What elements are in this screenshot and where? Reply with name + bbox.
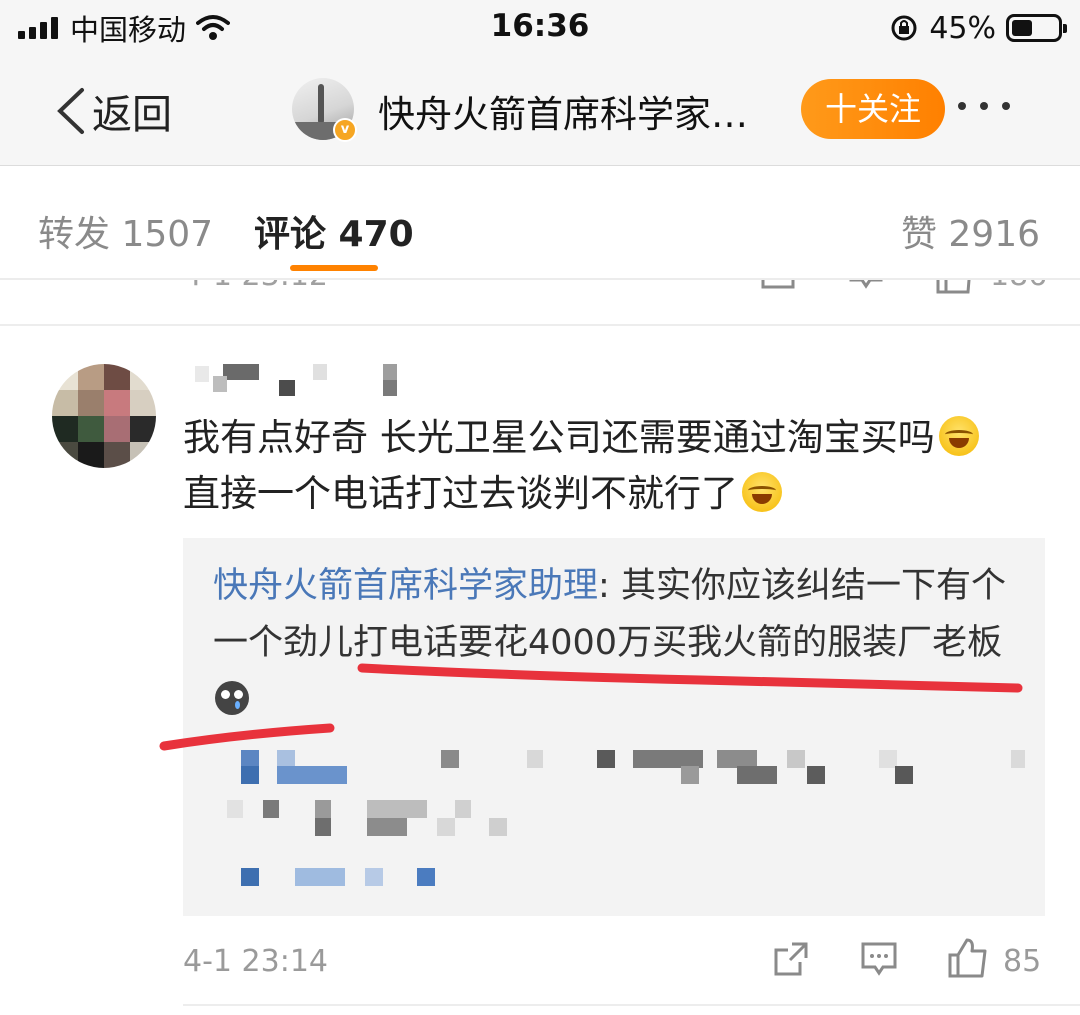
reply-author-link[interactable]: 快舟火箭首席科学家助理 — [213, 566, 598, 606]
follow-button[interactable]: 十关注 — [801, 79, 945, 139]
rotation-lock-icon — [891, 15, 917, 41]
pixelated-reply-line — [241, 868, 461, 886]
pixelated-reply-line — [241, 766, 1021, 784]
reply-text: 快舟火箭首席科学家助理: 其实你应该纠结一下有个一个劲儿打电话要花4000万买我… — [213, 558, 1013, 729]
reply-box[interactable]: 快舟火箭首席科学家助理: 其实你应该纠结一下有个一个劲儿打电话要花4000万买我… — [183, 538, 1045, 916]
commenter-username[interactable] — [187, 364, 407, 396]
comment-line-1: 我有点好奇 长光卫星公司还需要通过淘宝买吗 — [183, 416, 935, 459]
pixelated-reply-line — [227, 818, 527, 836]
battery-icon — [1006, 14, 1067, 42]
comment-icon[interactable] — [860, 940, 898, 978]
commenter-avatar[interactable] — [52, 364, 156, 468]
tab-bar: 转发 1507 评论 470 赞 2916 — [0, 167, 1080, 279]
more-options-icon[interactable] — [958, 102, 1010, 110]
previous-like-count: 186 — [990, 280, 1047, 293]
previous-comment-time: 4-1 23:12 — [183, 280, 328, 293]
tab-repost[interactable]: 转发 1507 — [38, 205, 213, 257]
laugh-cry-emoji-icon — [742, 472, 782, 512]
back-label: 返回 — [92, 92, 172, 138]
thumbs-up-icon[interactable] — [946, 936, 990, 980]
laugh-cry-emoji-icon — [938, 416, 979, 456]
comment-body: 我有点好奇 长光卫星公司还需要通过淘宝买吗 直接一个电话打过去谈判不就行了 — [183, 410, 1043, 522]
chevron-left-icon — [57, 88, 84, 134]
comment-time: 4-1 23:14 — [183, 944, 328, 979]
comment-line-2: 直接一个电话打过去谈判不就行了 — [183, 472, 738, 515]
share-icon[interactable] — [772, 940, 810, 978]
cry-emoji-icon — [215, 681, 249, 715]
previous-comment-footer: 4-1 23:12 186 — [0, 280, 1080, 324]
status-bar: 中国移动 16:36 45% — [0, 0, 1080, 56]
tab-comment[interactable]: 评论 470 — [254, 205, 414, 257]
share-icon[interactable] — [760, 280, 796, 290]
battery-percent: 45% — [929, 10, 996, 46]
page-title[interactable]: 快舟火箭首席科学家… — [378, 84, 788, 138]
pixelated-reply-line — [227, 800, 527, 818]
battery-fill — [1012, 20, 1032, 36]
tab-like[interactable]: 赞 2916 — [901, 205, 1040, 257]
active-tab-indicator — [290, 265, 378, 271]
nav-bar: 返回 v 快舟火箭首席科学家… 十关注 — [0, 56, 1080, 166]
back-button[interactable]: 返回 — [52, 82, 172, 140]
comment-icon[interactable] — [848, 280, 884, 290]
rocket-image — [318, 84, 324, 124]
thumbs-up-icon[interactable] — [934, 280, 974, 294]
like-count: 85 — [1003, 944, 1042, 979]
verified-badge-icon: v — [333, 118, 357, 142]
